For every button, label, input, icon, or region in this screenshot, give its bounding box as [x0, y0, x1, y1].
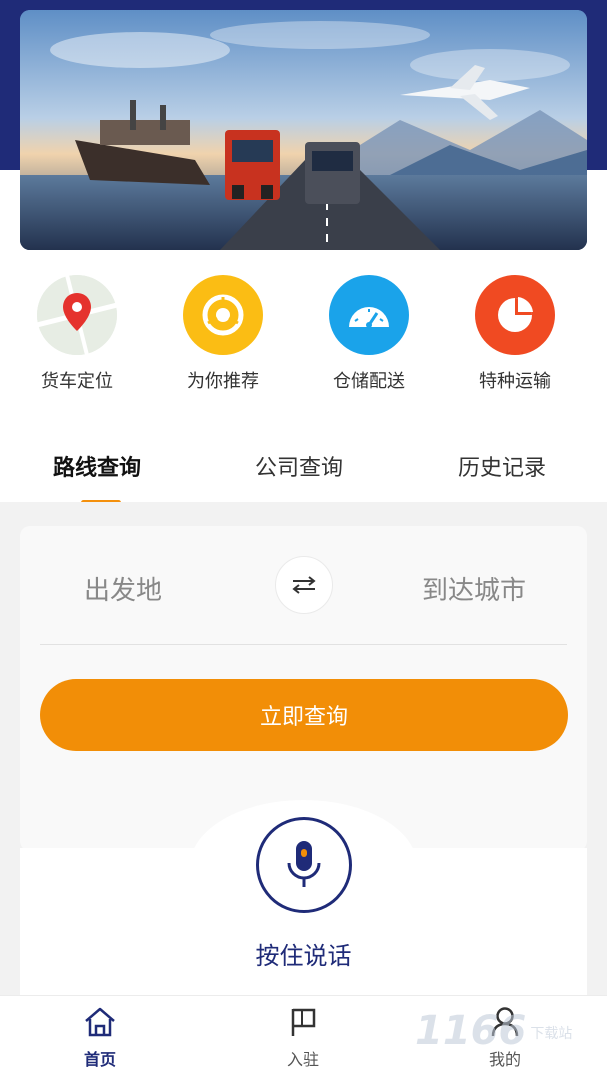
tab-history[interactable]: 历史记录 [458, 450, 546, 482]
quick-action-label: 特种运输 [479, 371, 551, 392]
nav-join[interactable]: 入驻 [253, 1004, 353, 1070]
divider [40, 644, 567, 645]
nav-label: 首页 [83, 1050, 116, 1069]
hold-to-talk-button[interactable] [256, 817, 352, 913]
map-pin-icon [37, 275, 117, 355]
bottom-nav: 首页 入驻 我的 [0, 995, 607, 1080]
user-icon [455, 1004, 555, 1040]
quick-action-label: 货车定位 [41, 371, 113, 392]
hero-banner[interactable] [20, 10, 587, 250]
tab-route-query[interactable]: 路线查询 [53, 450, 141, 482]
nav-label: 入驻 [286, 1050, 319, 1069]
speedometer-icon [329, 275, 409, 355]
nav-home[interactable]: 首页 [50, 1004, 150, 1070]
query-tabs: 路线查询 公司查询 历史记录 [0, 430, 607, 505]
home-icon [50, 1004, 150, 1040]
quick-action-label: 仓储配送 [333, 371, 405, 392]
pie-chart-icon [475, 275, 555, 355]
nav-me[interactable]: 我的 [455, 1004, 555, 1070]
quick-action-truck-location[interactable]: 货车定位 [17, 275, 137, 393]
swap-button[interactable] [275, 556, 333, 614]
quick-action-recommend[interactable]: 为你推荐 [163, 275, 283, 393]
banner-illustration [20, 10, 587, 250]
quick-action-special-transport[interactable]: 特种运输 [455, 275, 575, 393]
flag-icon [253, 1004, 353, 1040]
query-button[interactable]: 立即查询 [40, 679, 568, 751]
quick-action-label: 为你推荐 [187, 371, 259, 392]
quick-action-warehouse[interactable]: 仓储配送 [309, 275, 429, 393]
swap-icon [292, 576, 316, 594]
microphone-icon [287, 841, 321, 887]
origin-field[interactable]: 出发地 [84, 570, 162, 607]
destination-field[interactable]: 到达城市 [422, 570, 526, 607]
chrome-icon [183, 275, 263, 355]
tab-company-query[interactable]: 公司查询 [255, 450, 343, 482]
nav-label: 我的 [488, 1050, 521, 1069]
hold-to-talk-label: 按住说话 [255, 942, 352, 970]
quick-actions: 货车定位 为你推荐 仓储配送 特种运输 [0, 275, 607, 405]
